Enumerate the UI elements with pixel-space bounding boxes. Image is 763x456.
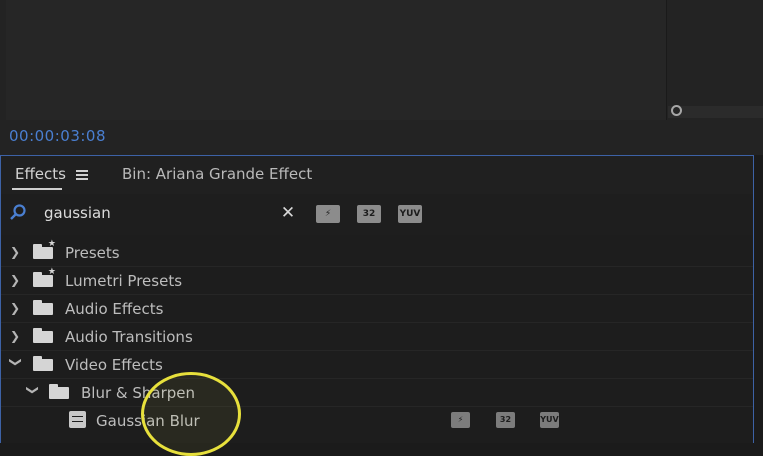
- accelerated-effects-icon: ⚡: [324, 209, 332, 219]
- chevron-right-icon[interactable]: ❯: [10, 273, 22, 287]
- video-effect-icon: [69, 411, 86, 428]
- yuv-icon: YUV: [540, 412, 559, 428]
- tree-item-presets[interactable]: ❯ ★ Presets: [1, 239, 753, 267]
- clear-search-icon[interactable]: ✕: [280, 205, 296, 222]
- folder-icon: [33, 300, 53, 315]
- star-folder-icon: ★: [33, 239, 56, 259]
- tab-bin[interactable]: Bin: Ariana Grande Effect: [122, 165, 312, 183]
- yuv-filter-button[interactable]: YUV: [398, 205, 422, 223]
- star-folder-icon: ★: [33, 267, 56, 287]
- search-input[interactable]: [40, 201, 283, 225]
- zoom-scroll-track[interactable]: [668, 106, 763, 118]
- tree-item-audio-transitions[interactable]: ❯ Audio Transitions: [1, 323, 753, 351]
- folder-icon: [33, 328, 53, 343]
- folder-icon: [33, 356, 53, 371]
- tree-item-audio-effects[interactable]: ❯ Audio Effects: [1, 295, 753, 323]
- cursor-highlight: [141, 372, 241, 456]
- playhead-timecode[interactable]: 00:00:03:08: [9, 127, 106, 145]
- zoom-handle[interactable]: [671, 105, 682, 116]
- effects-tree: ❯ ★ Presets ❯ ★ Lumetri Presets ❯ Audio …: [1, 235, 753, 443]
- folder-icon: [49, 384, 69, 399]
- accelerated-effects-filter-button[interactable]: ⚡: [316, 205, 340, 223]
- 32-bit-color-filter-button[interactable]: 32: [357, 205, 381, 223]
- tree-item-lumetri-presets[interactable]: ❯ ★ Lumetri Presets: [1, 267, 753, 295]
- tree-item-blur-sharpen[interactable]: ❯ Blur & Sharpen: [1, 379, 753, 407]
- chevron-right-icon[interactable]: ❯: [10, 245, 22, 259]
- tree-item-label: Audio Transitions: [65, 328, 193, 346]
- video-preview[interactable]: [6, 0, 667, 120]
- chevron-down-icon[interactable]: ❯: [26, 385, 40, 397]
- tree-item-label: Audio Effects: [65, 300, 164, 318]
- accelerated-effects-icon: ⚡: [451, 412, 470, 428]
- panel-menu-icon[interactable]: [76, 170, 88, 180]
- search-icon: [10, 204, 26, 220]
- panel-tab-bar: [1, 156, 753, 194]
- chevron-down-icon[interactable]: ❯: [9, 357, 23, 369]
- tab-effects[interactable]: Effects: [15, 165, 66, 183]
- 32-bit-color-icon: 32: [496, 412, 515, 428]
- tree-item-label: Lumetri Presets: [65, 272, 183, 290]
- tree-item-label: Presets: [65, 244, 120, 262]
- chevron-right-icon[interactable]: ❯: [10, 329, 22, 343]
- active-tab-indicator: [12, 188, 62, 190]
- yuv-icon: YUV: [399, 209, 421, 219]
- 32-bit-color-icon: 32: [362, 209, 376, 219]
- tree-item-video-effects[interactable]: ❯ Video Effects: [1, 351, 753, 379]
- tree-item-gaussian-blur[interactable]: Gaussian Blur ⚡ 32 YUV: [1, 407, 753, 435]
- chevron-right-icon[interactable]: ❯: [10, 301, 22, 315]
- tree-item-label: Video Effects: [65, 356, 163, 374]
